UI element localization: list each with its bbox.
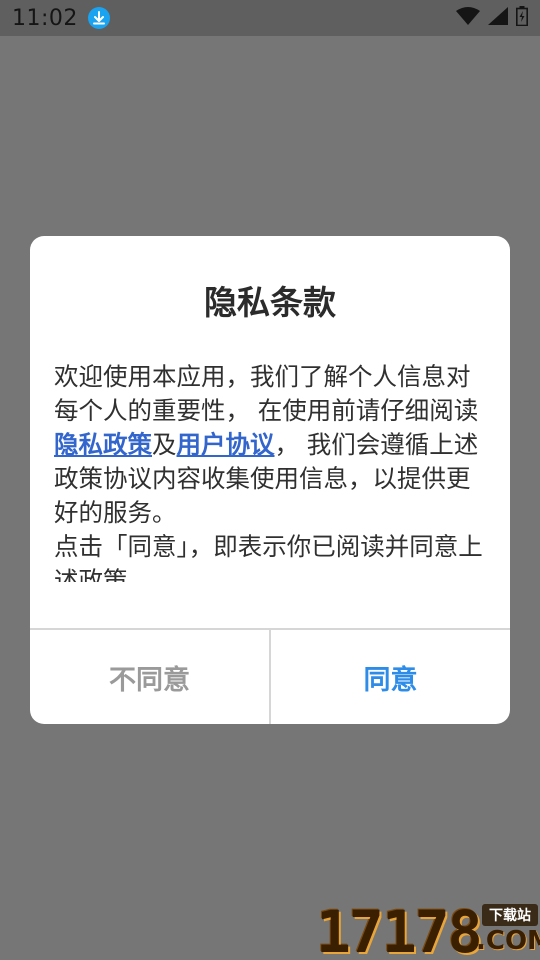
watermark-number: 17178 (316, 898, 483, 960)
watermark-tag: 下载站 (482, 904, 538, 926)
privacy-policy-link[interactable]: 隐私政策 (54, 430, 152, 459)
watermark-domain: .COM (476, 926, 540, 956)
agree-button[interactable]: 同意 (271, 630, 510, 724)
dialog-title: 隐私条款 (204, 283, 336, 322)
body-text-1: 欢迎使用本应用，我们了解个人信息对每个人的重要性， 在使用前请仔细阅读 (54, 362, 479, 425)
battery-icon (516, 6, 528, 30)
and-text: 及 (152, 430, 177, 459)
wifi-icon (456, 7, 480, 29)
watermark-logo: 17178 下载站 .COM (316, 896, 540, 960)
user-agreement-link[interactable]: 用户协议 (177, 430, 275, 459)
disagree-button[interactable]: 不同意 (30, 630, 269, 724)
status-bar: 11:02 (0, 0, 540, 36)
status-time: 11:02 (12, 5, 78, 31)
status-icons (456, 6, 528, 30)
privacy-dialog: 隐私条款 欢迎使用本应用，我们了解个人信息对每个人的重要性， 在使用前请仔细阅读… (30, 236, 510, 724)
signal-icon (488, 7, 508, 29)
download-icon (87, 7, 110, 29)
dialog-body[interactable]: 欢迎使用本应用，我们了解个人信息对每个人的重要性， 在使用前请仔细阅读隐私政策及… (54, 360, 490, 582)
body-text-3: 点击「同意」，即表示你已阅读并同意上述政策 (54, 532, 483, 582)
